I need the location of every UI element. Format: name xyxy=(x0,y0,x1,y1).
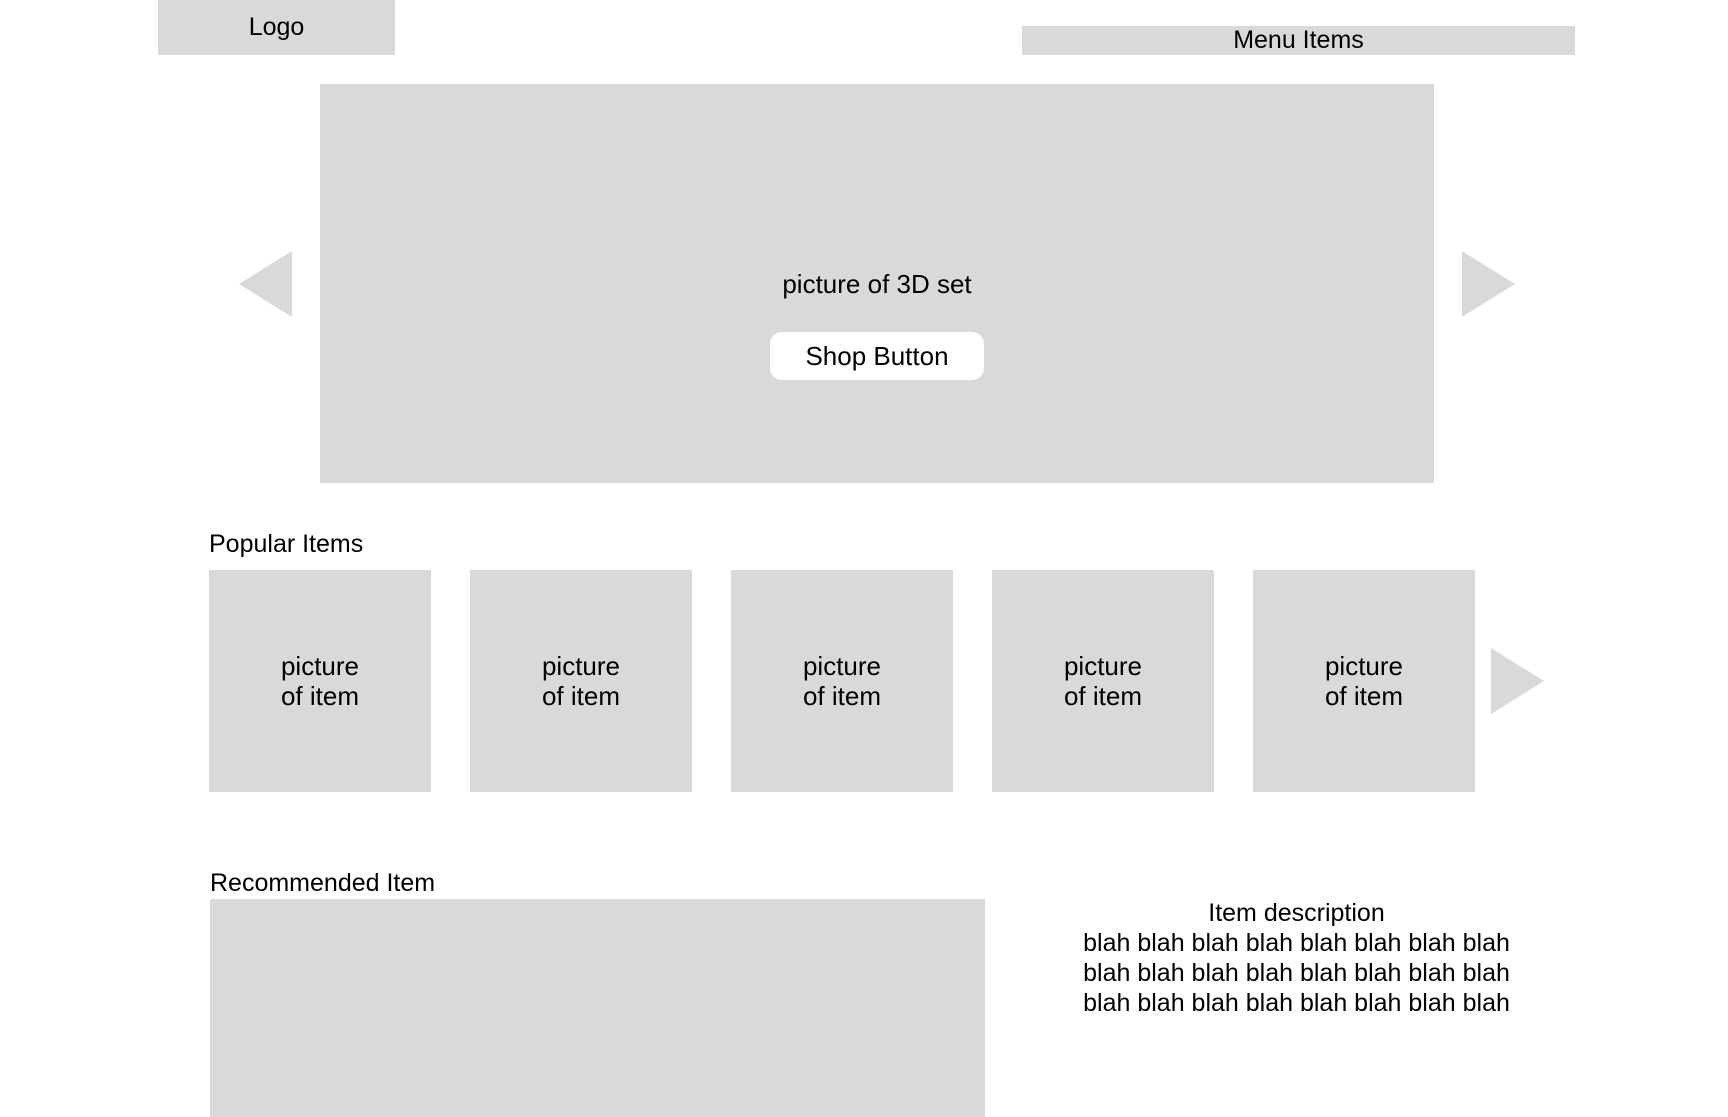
hero-next-arrow-icon[interactable] xyxy=(1462,251,1515,317)
logo[interactable]: Logo xyxy=(158,0,395,55)
hero-caption: picture of 3D set xyxy=(782,269,972,299)
item-placeholder-text: picture of item xyxy=(280,651,360,711)
popular-item-card[interactable]: picture of item xyxy=(731,570,953,792)
item-description-title: Item description xyxy=(1208,899,1385,927)
item-placeholder-text: picture of item xyxy=(1324,651,1404,711)
popular-next-arrow-icon[interactable] xyxy=(1491,648,1544,714)
item-description-line: blah blah blah blah blah blah blah blah xyxy=(1083,929,1510,957)
popular-item-card[interactable]: picture of item xyxy=(209,570,431,792)
hero-banner: picture of 3D set Shop Button xyxy=(320,84,1434,483)
recommended-item-image[interactable] xyxy=(210,899,985,1117)
logo-label: Logo xyxy=(248,13,305,41)
popular-item-card[interactable]: picture of item xyxy=(1253,570,1475,792)
item-placeholder-text: picture of item xyxy=(541,651,621,711)
item-description-line: blah blah blah blah blah blah blah blah xyxy=(1083,989,1510,1017)
menu-items-bar[interactable]: Menu Items xyxy=(1022,26,1575,55)
popular-item-card[interactable]: picture of item xyxy=(992,570,1214,792)
hero-prev-arrow-icon[interactable] xyxy=(239,251,292,317)
item-placeholder-text: picture of item xyxy=(1063,651,1143,711)
recommended-item-heading: Recommended Item xyxy=(210,869,436,897)
menu-items-label: Menu Items xyxy=(1233,26,1364,54)
shop-button[interactable]: Shop Button xyxy=(770,332,984,380)
item-description: Item description blah blah blah blah bla… xyxy=(1040,898,1553,1018)
item-description-line: blah blah blah blah blah blah blah blah xyxy=(1083,959,1510,987)
item-placeholder-text: picture of item xyxy=(802,651,882,711)
popular-items-heading: Popular Items xyxy=(209,530,364,558)
popular-item-card[interactable]: picture of item xyxy=(470,570,692,792)
